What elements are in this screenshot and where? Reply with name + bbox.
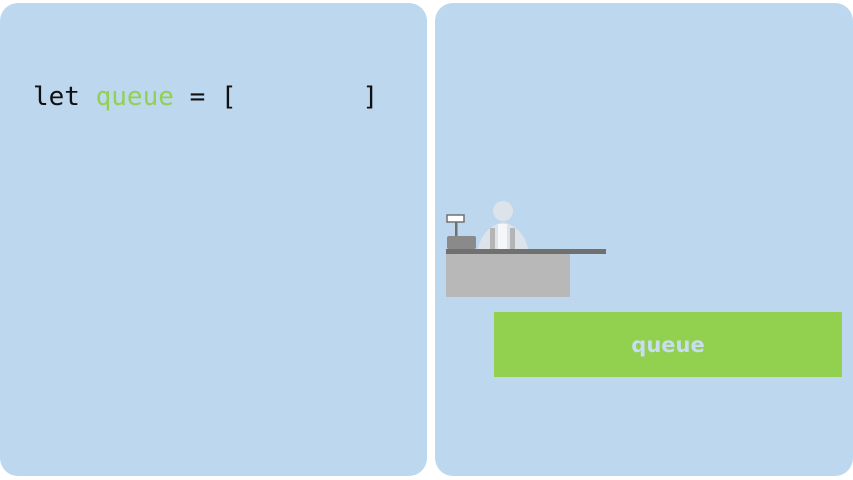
cashier-person-icon	[478, 201, 528, 249]
queue-box: queue	[494, 312, 842, 377]
checkout-scene	[446, 201, 606, 297]
counter-desk-icon	[446, 249, 606, 297]
queue-box-label: queue	[631, 332, 705, 357]
cash-register-icon	[446, 214, 476, 249]
